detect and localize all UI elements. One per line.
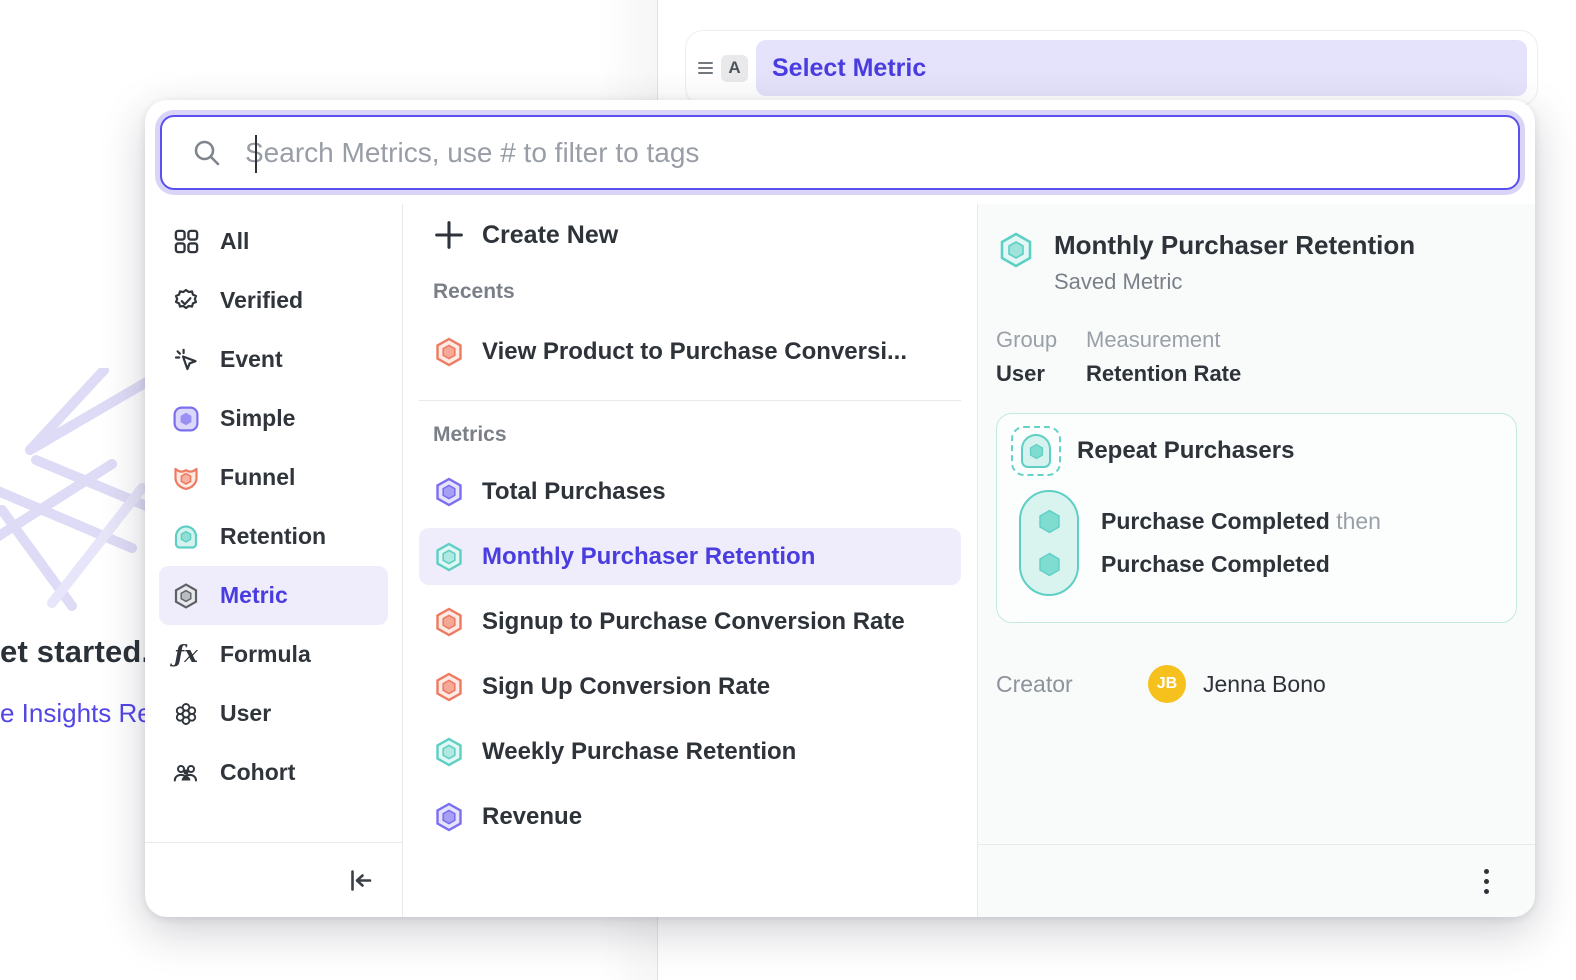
sidebar-item-label: Formula [220, 641, 311, 668]
event-cursor-icon [172, 346, 200, 374]
cohort-people-icon [172, 759, 200, 787]
metric-item-revenue[interactable]: Revenue [419, 788, 961, 845]
create-new-label: Create New [482, 221, 618, 250]
definition-name: Repeat Purchasers [1077, 437, 1294, 465]
user-cluster-icon [172, 700, 200, 728]
search-icon [191, 137, 223, 169]
metrics-header: Metrics [419, 423, 961, 447]
metric-label: Total Purchases [482, 478, 666, 506]
step-1-event: Purchase Completed [1101, 508, 1330, 534]
sidebar-item-label: Verified [220, 287, 303, 314]
metric-item-weekly-purchase-retention[interactable]: Weekly Purchase Retention [419, 723, 961, 780]
list-divider [419, 400, 961, 401]
plus-icon [433, 219, 465, 251]
metric-item-sign-up-conversion-rate[interactable]: Sign Up Conversion Rate [419, 658, 961, 715]
hexagon-icon [1036, 508, 1063, 535]
create-new-button[interactable]: Create New [419, 210, 961, 260]
sidebar-item-metric[interactable]: Metric [159, 566, 388, 625]
metric-label: Monthly Purchaser Retention [482, 543, 815, 571]
hexagon-icon [433, 801, 465, 833]
creator-name: Jenna Bono [1203, 671, 1326, 698]
more-options-icon[interactable] [1478, 863, 1495, 900]
sidebar-item-event[interactable]: Event [159, 330, 388, 389]
sidebar-item-label: User [220, 700, 271, 727]
recents-header: Recents [419, 280, 961, 304]
detail-subtitle: Saved Metric [1054, 269, 1415, 295]
search-bar[interactable] [160, 115, 1520, 190]
select-metric-pill[interactable]: Select Metric [756, 40, 1527, 96]
sidebar-item-verified[interactable]: Verified [159, 271, 388, 330]
retention-metric-icon [172, 523, 200, 551]
sidebar-item-label: Retention [220, 523, 326, 550]
event-sequence-capsule [1019, 490, 1079, 596]
recent-metric-item[interactable]: View Product to Purchase Conversi... [419, 326, 961, 378]
hexagon-icon [433, 476, 465, 508]
metric-label: Revenue [482, 803, 582, 831]
retention-definition-icon [1011, 426, 1061, 476]
verified-badge-icon [172, 287, 200, 315]
search-input[interactable] [245, 137, 1518, 169]
sidebar-item-label: Funnel [220, 464, 295, 491]
metric-item-total-purchases[interactable]: Total Purchases [419, 463, 961, 520]
metric-picker-modal: All Verified [145, 100, 1535, 917]
metric-label: Sign Up Conversion Rate [482, 673, 770, 701]
sidebar-item-label: Event [220, 346, 283, 373]
sidebar-item-label: Metric [220, 582, 288, 609]
sidebar-item-user[interactable]: User [159, 684, 388, 743]
drag-handle-icon[interactable] [698, 62, 713, 74]
creator-label: Creator [996, 671, 1148, 698]
creator-avatar: JB [1148, 665, 1186, 703]
text-cursor [255, 135, 257, 173]
hexagon-icon [433, 671, 465, 703]
grid-icon [172, 228, 200, 256]
sidebar-item-label: Cohort [220, 759, 295, 786]
hexagon-icon [433, 606, 465, 638]
collapse-left-icon[interactable] [347, 867, 374, 894]
series-a-badge: A [721, 55, 748, 82]
group-value: User [996, 361, 1086, 387]
sidebar-item-all[interactable]: All [159, 212, 388, 271]
metric-item-signup-to-purchase-conversion-rate[interactable]: Signup to Purchase Conversion Rate [419, 593, 961, 650]
sidebar-item-label: Simple [220, 405, 295, 432]
step-connector: then [1336, 508, 1381, 534]
step-2-event: Purchase Completed [1101, 551, 1330, 577]
hexagon-icon [433, 336, 465, 368]
hexagon-icon [1036, 551, 1063, 578]
sidebar-item-simple[interactable]: Simple [159, 389, 388, 448]
measurement-value: Retention Rate [1086, 361, 1241, 387]
filter-sidebar: All Verified [145, 204, 403, 917]
group-label: Group [996, 327, 1086, 353]
detail-title: Monthly Purchaser Retention [1054, 230, 1415, 261]
sidebar-item-cohort[interactable]: Cohort [159, 743, 388, 802]
metric-detail-panel: Monthly Purchaser Retention Saved Metric… [978, 204, 1535, 917]
hexagon-icon [1028, 443, 1045, 460]
simple-metric-icon [172, 405, 200, 433]
background-headline-fragment: et started. [0, 634, 150, 670]
measurement-label: Measurement [1086, 327, 1241, 353]
funnel-metric-icon [172, 464, 200, 492]
sidebar-item-label: All [220, 228, 249, 255]
metric-hexagon-icon [172, 582, 200, 610]
sidebar-item-retention[interactable]: Retention [159, 507, 388, 566]
hexagon-icon [433, 541, 465, 573]
metric-item-monthly-purchaser-retention[interactable]: Monthly Purchaser Retention [419, 528, 961, 585]
background-link-fragment[interactable]: e Insights Re [0, 698, 152, 729]
hexagon-icon [433, 736, 465, 768]
select-metric-label: Select Metric [772, 54, 926, 83]
formula-icon: ƒx [172, 641, 200, 669]
sidebar-item-funnel[interactable]: Funnel [159, 448, 388, 507]
recent-metric-label: View Product to Purchase Conversi... [482, 338, 907, 366]
metric-detail-hexagon-icon [996, 230, 1036, 270]
metric-label: Weekly Purchase Retention [482, 738, 796, 766]
select-metric-bar: A Select Metric [685, 30, 1538, 106]
metric-label: Signup to Purchase Conversion Rate [482, 608, 905, 636]
sidebar-item-formula[interactable]: ƒx Formula [159, 625, 388, 684]
definition-card: Repeat Purchasers Purchase Completed [996, 413, 1517, 623]
metric-list-panel: Create New Recents View Product to Purch… [403, 204, 978, 917]
